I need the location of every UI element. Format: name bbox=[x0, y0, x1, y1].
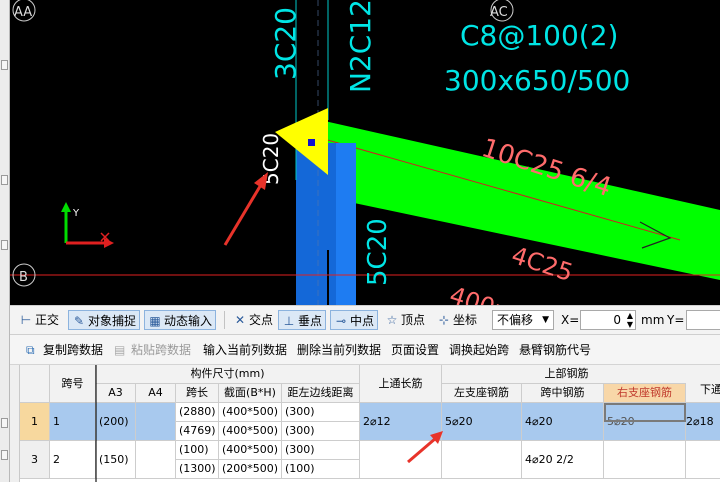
table-action-bar: ⧉ 复制跨数据 ▤ 粘贴跨数据 输入当前列数据 删除当前列数据 页面设置 调换起始跨… bbox=[10, 335, 720, 365]
snap-toolbar: ⊢ 正交 ✎ 对象捕捉 ▦ 动态输入 ✕ 交点 ⊥ 垂点 ⊸ 中点 ☆ 顶点 ⊹ 坐标 不偏移 ▼… bbox=[10, 305, 720, 335]
unit-label: mm bbox=[641, 313, 665, 327]
snap-intersection[interactable]: ✕ 交点 bbox=[230, 310, 276, 330]
osnap-label: 对象捕捉 bbox=[88, 314, 137, 328]
left-dock-bar bbox=[0, 0, 10, 482]
adjust-start-span-button[interactable]: 调换起始跨 bbox=[449, 341, 509, 359]
dyn-input-label: 动态输入 bbox=[164, 314, 213, 328]
paste-span-label: 粘贴跨数据 bbox=[131, 343, 192, 357]
ucs-x-arrow bbox=[104, 238, 114, 248]
midpoint-icon: ⊸ bbox=[335, 314, 347, 328]
osnap-toggle[interactable]: ✎ 对象捕捉 bbox=[68, 310, 141, 330]
x-coordinate-value: 0 bbox=[613, 313, 621, 327]
dyn-input-icon: ▦ bbox=[149, 314, 161, 328]
grid-annotation bbox=[407, 431, 443, 464]
osnap-icon: ✎ bbox=[73, 314, 85, 328]
ortho-label: 正交 bbox=[35, 313, 60, 327]
intersection-icon: ✕ bbox=[234, 313, 246, 327]
dim-text: 400x bbox=[446, 281, 512, 305]
delete-column-button[interactable]: 删除当前列数据 bbox=[297, 341, 381, 359]
axis-label-b: B bbox=[19, 270, 28, 285]
snap-coordinate[interactable]: ⊹ 坐标 bbox=[434, 310, 480, 330]
column-shade bbox=[296, 143, 336, 305]
waist-rebar-text: N2C12 bbox=[344, 0, 377, 93]
grip-point bbox=[308, 139, 315, 146]
snap-vertex[interactable]: ☆ 顶点 bbox=[382, 310, 428, 330]
ortho-icon: ⊢ bbox=[20, 313, 32, 327]
y-coordinate-input[interactable] bbox=[686, 310, 720, 330]
ortho-toggle[interactable]: ⊢ 正交 bbox=[16, 310, 62, 330]
dock-marker bbox=[1, 418, 8, 428]
spin-icon: ▲ ▼ bbox=[626, 311, 633, 329]
annotation-arrow bbox=[223, 182, 264, 246]
annotation-arrow bbox=[407, 436, 437, 464]
axis-label-ac: AC bbox=[490, 5, 508, 20]
perpendicular-icon: ⊥ bbox=[283, 314, 295, 328]
offset-select-value: 不偏移 bbox=[497, 313, 534, 327]
vertex-icon: ☆ bbox=[386, 313, 398, 327]
copy-icon: ⧉ bbox=[26, 343, 35, 357]
paste-icon: ▤ bbox=[114, 343, 126, 357]
support-rebar-right-text: 5C20 bbox=[363, 218, 393, 286]
vertex-label: 顶点 bbox=[401, 313, 426, 327]
ucs-y-label: Y bbox=[72, 208, 80, 219]
dock-marker bbox=[1, 175, 8, 185]
input-column-button[interactable]: 输入当前列数据 bbox=[203, 341, 287, 359]
midpoint-label: 中点 bbox=[350, 314, 375, 328]
axis-label-aa: AA bbox=[14, 5, 32, 20]
chevron-down-icon: ▼ bbox=[542, 315, 549, 325]
coordinate-label: 坐标 bbox=[453, 313, 478, 327]
copy-span-button[interactable]: ⧉ 复制跨数据 bbox=[26, 341, 103, 359]
toolbar-separator bbox=[224, 311, 225, 329]
coordinate-icon: ⊹ bbox=[438, 313, 450, 327]
copy-span-label: 复制跨数据 bbox=[43, 343, 104, 357]
offset-select[interactable]: 不偏移 ▼ bbox=[492, 310, 554, 330]
page-setup-button[interactable]: 页面设置 bbox=[391, 341, 439, 359]
cad-drawing: AA AC B C8@100(2) 300x650/500 3C20 N2C12… bbox=[10, 0, 720, 305]
cantilever-code-button[interactable]: 悬臂钢筋代号 bbox=[519, 341, 591, 359]
x-coordinate-input[interactable]: 0 ▲ ▼ bbox=[580, 310, 636, 330]
stirrup-text: C8@100(2) bbox=[460, 19, 618, 52]
x-label: X= bbox=[561, 313, 580, 327]
snap-midpoint[interactable]: ⊸ 中点 bbox=[330, 310, 379, 330]
ucs-y-arrow bbox=[61, 202, 71, 212]
beam-rebar-table: 跨号 构件尺寸(mm) A3 A4 跨长 截面(B*H) 距左边线距离 上通长筋… bbox=[10, 365, 720, 482]
cad-drawing-canvas[interactable]: AA AC B C8@100(2) 300x650/500 3C20 N2C12… bbox=[10, 0, 720, 305]
top-rebar-text: 3C20 bbox=[269, 7, 302, 80]
dyn-input-toggle[interactable]: ▦ 动态输入 bbox=[144, 310, 217, 330]
span-bottom-rebar-text-2: 4C25 bbox=[508, 241, 576, 287]
paste-span-button[interactable]: ▤ 粘贴跨数据 bbox=[114, 341, 191, 359]
y-label: Y= bbox=[667, 313, 685, 327]
dock-marker bbox=[1, 240, 8, 250]
dock-marker bbox=[1, 450, 8, 460]
snap-perpendicular[interactable]: ⊥ 垂点 bbox=[278, 310, 327, 330]
dock-marker bbox=[1, 60, 8, 70]
perpendicular-label: 垂点 bbox=[298, 314, 323, 328]
section-text: 300x650/500 bbox=[444, 64, 630, 97]
intersection-label: 交点 bbox=[249, 313, 274, 327]
